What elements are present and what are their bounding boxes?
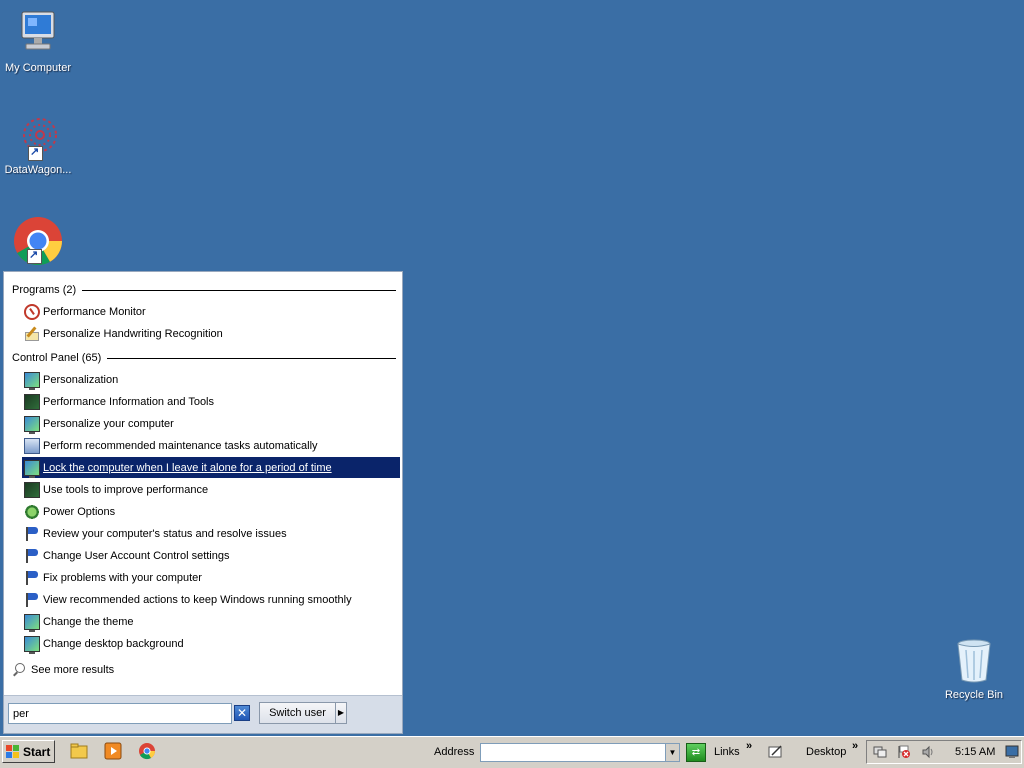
result-personalize-handwriting[interactable]: Personalize Handwriting Recognition — [22, 323, 400, 344]
system-tray: 5:15 AM — [866, 740, 1022, 764]
result-label: Change the theme — [43, 615, 134, 628]
result-label: Change desktop background — [43, 637, 184, 650]
monitor-icon — [24, 371, 40, 390]
result-personalization[interactable]: Personalization — [22, 369, 400, 390]
address-label: Address — [434, 746, 475, 758]
clear-search-button[interactable]: ✕ — [234, 705, 250, 721]
result-label: Lock the computer when I leave it alone … — [43, 461, 332, 474]
result-improve-performance[interactable]: Use tools to improve performance — [22, 479, 400, 500]
desktop-icon-label: My Computer — [4, 62, 72, 74]
monitor-icon — [24, 613, 40, 632]
performance-icon — [24, 481, 40, 498]
desktop-icon-chrome[interactable] — [0, 216, 76, 266]
desktop-icon-recycle-bin[interactable]: Recycle Bin — [936, 636, 1012, 701]
desktop-toolbar[interactable]: Desktop — [806, 746, 846, 758]
result-change-theme[interactable]: Change the theme — [22, 611, 400, 632]
result-label: Performance Monitor — [43, 305, 146, 318]
result-label: Power Options — [43, 505, 116, 518]
links-chevron-icon[interactable]: » — [746, 740, 752, 752]
media-player-icon[interactable] — [104, 742, 122, 760]
result-label: Performance Information and Tools — [43, 395, 214, 408]
divider — [82, 289, 396, 291]
desktop-icon-label: Recycle Bin — [944, 689, 1004, 701]
chrome-icon[interactable] — [138, 742, 156, 760]
result-label: Perform recommended maintenance tasks au… — [43, 439, 318, 452]
result-label: Fix problems with your computer — [43, 571, 202, 584]
shortcut-arrow-icon — [27, 248, 42, 264]
search-input[interactable] — [8, 703, 232, 724]
result-label: Use tools to improve performance — [43, 483, 209, 496]
flag-icon — [24, 592, 40, 608]
my-computer-icon — [21, 11, 55, 50]
desktop-icon-label: DataWagon... — [4, 164, 72, 176]
result-desktop-background[interactable]: Change desktop background — [22, 633, 400, 654]
monitor-icon — [24, 635, 40, 654]
result-power-options[interactable]: Power Options — [22, 501, 400, 522]
desktop-chevron-icon[interactable]: » — [852, 740, 858, 752]
result-lock-computer[interactable]: Lock the computer when I leave it alone … — [22, 457, 400, 478]
result-personalize-computer[interactable]: Personalize your computer — [22, 413, 400, 434]
desktop-toolbar-icon — [768, 745, 782, 758]
search-icon — [12, 663, 26, 677]
group-header-programs: Programs (2) — [12, 283, 396, 297]
group-header-control-panel: Control Panel (65) — [12, 351, 396, 365]
start-button[interactable]: Start — [2, 740, 55, 763]
result-label: Change User Account Control settings — [43, 549, 230, 562]
desktop-icon-my-computer[interactable]: My Computer — [0, 8, 76, 74]
see-more-label: See more results — [31, 664, 115, 676]
result-review-status[interactable]: Review your computer's status and resolv… — [22, 523, 400, 544]
result-label: Personalize Handwriting Recognition — [43, 327, 223, 340]
maintenance-icon — [24, 437, 40, 454]
handwriting-icon — [24, 326, 40, 342]
flag-icon — [24, 526, 40, 542]
performance-monitor-icon — [24, 303, 40, 320]
action-center-error-icon[interactable] — [897, 745, 911, 759]
recycle-bin-icon — [957, 639, 991, 683]
start-menu-bottom-bar: ✕ Switch user ▶ — [4, 695, 402, 733]
result-uac-settings[interactable]: Change User Account Control settings — [22, 545, 400, 566]
result-maintenance-tasks[interactable]: Perform recommended maintenance tasks au… — [22, 435, 400, 456]
clock[interactable]: 5:15 AM — [955, 746, 995, 758]
file-explorer-icon[interactable] — [70, 742, 88, 760]
flag-icon — [24, 570, 40, 586]
divider — [107, 357, 396, 359]
windows-logo-icon — [6, 744, 20, 759]
monitor-icon — [24, 459, 40, 478]
flag-icon — [24, 548, 40, 564]
result-label: Personalize your computer — [43, 417, 174, 430]
result-label: Review your computer's status and resolv… — [43, 527, 287, 540]
taskbar: Start Address ▼ ⇄ Links » Desktop » 5:15… — [0, 736, 1024, 768]
result-performance-monitor[interactable]: Performance Monitor — [22, 301, 400, 322]
power-icon — [24, 503, 40, 520]
result-label: Personalization — [43, 373, 119, 386]
desktop-icon-datawagon[interactable]: DataWagon... — [0, 113, 76, 176]
go-button[interactable]: ⇄ — [686, 743, 706, 762]
group-title: Control Panel (65) — [12, 352, 102, 364]
group-title: Programs (2) — [12, 284, 77, 296]
shutdown-options-arrow-icon[interactable]: ▶ — [335, 702, 347, 724]
network-icon[interactable] — [873, 745, 887, 759]
result-recommended-actions[interactable]: View recommended actions to keep Windows… — [22, 589, 400, 610]
shortcut-arrow-icon — [28, 145, 43, 161]
volume-icon[interactable] — [921, 745, 935, 759]
start-menu: Programs (2) Performance Monitor Persona… — [3, 271, 403, 734]
monitor-icon — [24, 415, 40, 434]
performance-icon — [24, 393, 40, 410]
show-desktop-icon[interactable] — [1005, 744, 1019, 760]
see-more-results-link[interactable]: See more results — [12, 661, 114, 679]
start-label: Start — [23, 744, 51, 759]
result-fix-problems[interactable]: Fix problems with your computer — [22, 567, 400, 588]
address-input[interactable] — [480, 743, 666, 762]
links-toolbar[interactable]: Links — [714, 746, 740, 758]
switch-user-button[interactable]: Switch user — [259, 702, 336, 724]
chevron-down-icon[interactable]: ▼ — [665, 743, 680, 762]
result-performance-information[interactable]: Performance Information and Tools — [22, 391, 400, 412]
result-label: View recommended actions to keep Windows… — [43, 593, 352, 606]
